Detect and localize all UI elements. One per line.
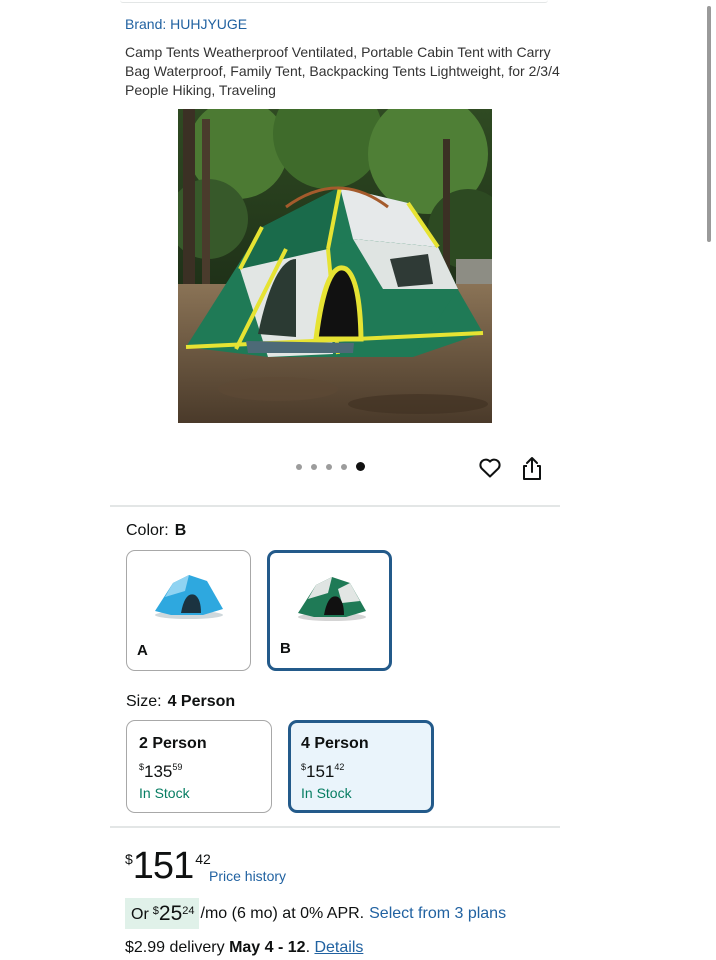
selected-color: B — [174, 522, 187, 539]
carousel-dot-active[interactable] — [356, 462, 365, 471]
previous-section-edge — [120, 0, 548, 3]
section-divider — [110, 505, 560, 507]
carousel-dot[interactable] — [296, 463, 302, 470]
tent-photo — [178, 109, 492, 423]
size-option-name: 4 Person — [301, 735, 369, 752]
tent-thumbnail-a — [155, 575, 223, 619]
financing-terms: /mo (6 mo) at 0% APR. — [200, 904, 365, 922]
size-option-4-person[interactable]: 4 Person $15142 In Stock — [288, 720, 434, 813]
delivery-dates: May 4 - 12 — [229, 939, 306, 956]
carousel-dot[interactable] — [326, 463, 332, 470]
share-icon[interactable] — [520, 455, 544, 481]
delivery-details-link[interactable]: Details — [314, 939, 363, 956]
delivery-info: $2.99 delivery May 4 - 12. Details — [125, 939, 364, 956]
price-history-link[interactable]: Price history — [209, 868, 286, 884]
color-label: Color: — [126, 522, 169, 539]
color-option-b[interactable]: B — [267, 550, 392, 671]
selected-size: 4 Person — [167, 693, 236, 710]
price: $ 151 42 — [125, 845, 211, 887]
product-image[interactable] — [178, 109, 492, 423]
scrollbar[interactable] — [707, 6, 711, 242]
carousel-dot[interactable] — [311, 463, 317, 470]
size-label-row: Size: 4 Person — [126, 693, 235, 711]
select-plans-link[interactable]: Select from 3 plans — [369, 905, 506, 923]
size-option-name: 2 Person — [139, 735, 207, 752]
size-option-stock: In Stock — [139, 785, 190, 801]
carousel-dot[interactable] — [341, 463, 347, 470]
color-option-a[interactable]: A — [126, 550, 251, 671]
color-option-letter: B — [280, 640, 291, 657]
size-label: Size: — [126, 693, 162, 710]
color-option-letter: A — [137, 642, 148, 659]
section-divider — [110, 826, 560, 828]
delivery-fee: $2.99 delivery — [125, 939, 225, 956]
financing-row: Or $ 25 24 /mo (6 mo) at 0% APR. Select … — [125, 898, 506, 929]
size-option-price: $13559 — [139, 762, 183, 781]
heart-outline-icon[interactable] — [478, 456, 502, 480]
image-carousel-dots[interactable] — [296, 462, 365, 471]
brand-link[interactable]: Brand: HUHJYUGE — [125, 16, 247, 32]
size-option-2-person[interactable]: 2 Person $13559 In Stock — [126, 720, 272, 813]
size-option-stock: In Stock — [301, 785, 352, 801]
size-option-price: $15142 — [301, 762, 345, 781]
color-label-row: Color: B — [126, 522, 186, 540]
product-title: Camp Tents Weatherproof Ventilated, Port… — [125, 44, 560, 98]
tent-thumbnail-b — [298, 577, 366, 621]
monthly-price-badge: Or $ 25 24 — [125, 898, 199, 929]
